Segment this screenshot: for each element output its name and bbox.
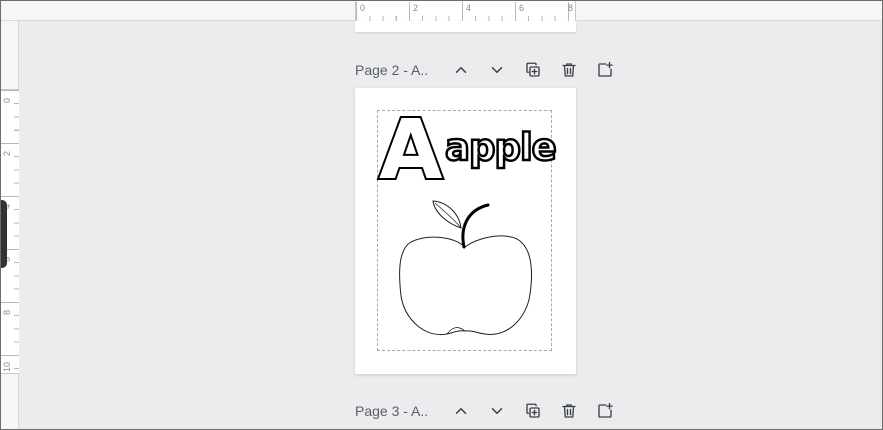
page-3-duplicate-button[interactable]	[521, 399, 545, 423]
duplicate-page-icon	[526, 62, 540, 77]
ruler-tick-label: 8	[568, 3, 574, 13]
apple-outline	[399, 235, 533, 336]
ruler-tick-line	[1, 302, 19, 303]
ruler-tick-label: 0	[360, 3, 366, 13]
page-2-canvas[interactable]: A apple	[355, 88, 576, 374]
page-3-move-down-button[interactable]	[485, 399, 509, 423]
ruler-horizontal-page-area: 0 2 4 6 8	[355, 0, 576, 21]
page-1-bottom-edge[interactable]	[355, 21, 576, 32]
page-2-duplicate-button[interactable]	[521, 58, 545, 82]
chevron-up-icon	[455, 67, 467, 73]
ruler-tick-line	[356, 2, 357, 21]
page-3-toolbar: Page 3 - A..	[355, 399, 617, 423]
ruler-tick-label: 8	[2, 309, 12, 315]
page-3-move-up-button[interactable]	[449, 399, 473, 423]
page-3-title[interactable]: Page 3 - A..	[355, 403, 437, 419]
side-panel-handle[interactable]	[0, 200, 7, 268]
ruler-tick-label: 2	[2, 150, 12, 156]
page-3-add-page-button[interactable]	[593, 399, 617, 423]
ruler-tick-label: 6	[519, 3, 525, 13]
ruler-tick-label: 10	[2, 361, 12, 372]
chevron-down-icon	[491, 67, 503, 73]
page-2-move-down-button[interactable]	[485, 58, 509, 82]
page-2-title[interactable]: Page 2 - A..	[355, 62, 437, 78]
add-page-icon	[598, 402, 613, 418]
page-2-delete-button[interactable]	[557, 58, 581, 82]
ruler-tick-line	[1, 90, 19, 91]
page-2-move-up-button[interactable]	[449, 58, 473, 82]
ruler-tick-line	[409, 2, 410, 21]
page-3-delete-button[interactable]	[557, 399, 581, 423]
ruler-tick-line	[462, 2, 463, 21]
chevron-up-icon	[455, 408, 467, 414]
ruler-tick-line	[1, 355, 19, 356]
page-2-add-page-button[interactable]	[593, 58, 617, 82]
ruler-tick-label: 2	[413, 3, 419, 13]
ruler-tick-line	[515, 2, 516, 21]
ruler-tick-label: 4	[466, 3, 472, 13]
ruler-tick-label: 0	[2, 97, 12, 103]
duplicate-page-icon	[526, 403, 540, 418]
chevron-down-icon	[491, 408, 503, 414]
ruler-tick-line	[1, 196, 19, 197]
ruler-tick-line	[1, 143, 19, 144]
ruler-horizontal: 0 2 4 6 8	[0, 0, 883, 21]
apple-illustration[interactable]	[355, 88, 576, 374]
trash-icon	[562, 63, 576, 77]
trash-icon	[562, 404, 576, 418]
add-page-icon	[598, 61, 613, 77]
page-2-toolbar: Page 2 - A..	[355, 58, 617, 82]
